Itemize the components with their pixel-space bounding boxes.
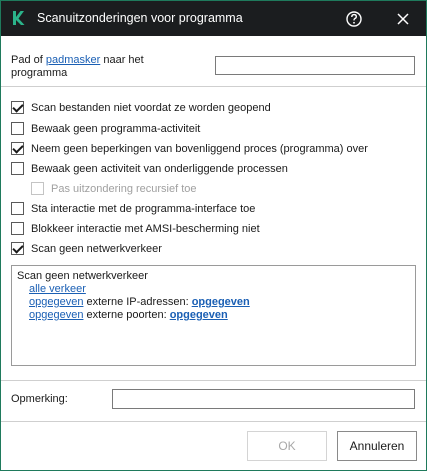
- path-label: Pad of padmasker naar het programma: [11, 54, 201, 80]
- option-no-inherit-restrictions[interactable]: Neem geen beperkingen van bovenliggend p…: [11, 141, 368, 156]
- divider: [1, 421, 426, 422]
- dialog-window: Scanuitzonderingen voor programma Pad of…: [0, 0, 427, 471]
- summary-ip-line: opgegeven externe IP-adressen: opgegeven: [17, 296, 410, 309]
- help-icon[interactable]: [344, 9, 364, 29]
- title-bar: Scanuitzonderingen voor programma: [1, 1, 426, 36]
- option-label: Pas uitzondering recursief toe: [51, 182, 197, 195]
- checkbox-checked[interactable]: [11, 142, 24, 155]
- summary-traffic-line: alle verkeer: [17, 283, 410, 296]
- cancel-button[interactable]: Annuleren: [337, 431, 417, 461]
- close-icon[interactable]: [393, 9, 413, 29]
- divider: [1, 380, 426, 381]
- option-label: Bewaak geen activiteit van onderliggende…: [31, 162, 288, 175]
- remark-label: Opmerking:: [11, 393, 68, 405]
- checkbox-checked[interactable]: [11, 242, 24, 255]
- ports-link[interactable]: opgegeven: [170, 309, 228, 321]
- option-label: Blokkeer interactie met AMSI-bescherming…: [31, 222, 260, 235]
- option-no-monitor-child-processes[interactable]: Bewaak geen activiteit van onderliggende…: [11, 161, 288, 176]
- option-no-block-amsi[interactable]: Blokkeer interactie met AMSI-bescherming…: [11, 221, 260, 236]
- path-label-prefix: Pad of: [11, 54, 46, 66]
- option-label: Bewaak geen programma-activiteit: [31, 122, 201, 135]
- option-no-monitor-activity[interactable]: Bewaak geen programma-activiteit: [11, 121, 200, 136]
- option-label: Neem geen beperkingen van bovenliggend p…: [31, 142, 368, 155]
- ip-addresses-link[interactable]: opgegeven: [192, 296, 250, 308]
- option-no-scan-network-traffic[interactable]: Scan geen netwerkverkeer: [11, 241, 162, 256]
- divider: [1, 86, 426, 87]
- checkbox[interactable]: [11, 162, 24, 175]
- port-specified-link[interactable]: opgegeven: [29, 309, 83, 321]
- summary-port-line: opgegeven externe poorten: opgegeven: [17, 309, 410, 322]
- option-apply-recursive: Pas uitzondering recursief toe: [31, 181, 197, 196]
- remark-input[interactable]: [112, 389, 415, 409]
- option-label: Scan geen netwerkverkeer: [31, 242, 162, 255]
- summary-heading: Scan geen netwerkverkeer: [17, 270, 148, 282]
- option-label: Sta interactie met de programma-interfac…: [31, 202, 256, 215]
- checkbox[interactable]: [11, 122, 24, 135]
- window-title: Scanuitzonderingen voor programma: [37, 11, 243, 25]
- ip-specified-link[interactable]: opgegeven: [29, 296, 83, 308]
- checkbox-checked[interactable]: [11, 101, 24, 114]
- checkbox-disabled: [31, 182, 44, 195]
- ip-line-text: externe IP-adressen:: [83, 296, 192, 308]
- all-traffic-link[interactable]: alle verkeer: [29, 283, 86, 295]
- checkbox[interactable]: [11, 222, 24, 235]
- rule-summary-box: Scan geen netwerkverkeer alle verkeer op…: [11, 265, 416, 366]
- kaspersky-logo-icon: [13, 11, 25, 25]
- ok-button[interactable]: OK: [247, 431, 327, 461]
- option-no-scan-before-open[interactable]: Scan bestanden niet voordat ze worden ge…: [11, 100, 271, 115]
- port-line-text: externe poorten:: [83, 309, 170, 321]
- path-mask-link[interactable]: padmasker: [46, 54, 100, 66]
- option-allow-interface-interaction[interactable]: Sta interactie met de programma-interfac…: [11, 201, 255, 216]
- checkbox[interactable]: [11, 202, 24, 215]
- option-label: Scan bestanden niet voordat ze worden ge…: [31, 101, 271, 114]
- path-input[interactable]: [215, 56, 415, 75]
